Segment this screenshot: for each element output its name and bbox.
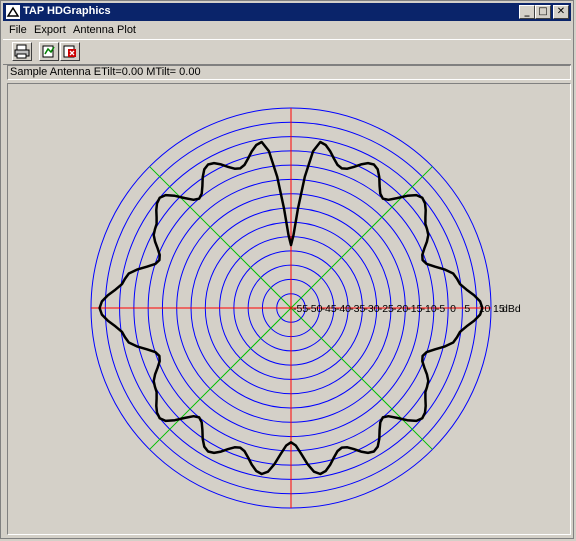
radial-tick-label: 0 <box>450 303 456 315</box>
close-document-button[interactable] <box>60 42 80 61</box>
app-window: TAP HDGraphics _ □ ✕ File Export Antenna… <box>0 0 574 539</box>
radial-tick-label: -35 <box>350 303 365 315</box>
menu-file[interactable]: File <box>9 24 27 36</box>
menu-bar: File Export Antenna Plot <box>3 22 571 38</box>
radial-tick-label: 10 <box>479 303 491 315</box>
radial-tick-label: -25 <box>379 303 394 315</box>
polar-plot-area: -55 -50 -45 -40 -35 -30 -25 -20 -15 -10 -5 0 5 10 15 dB… <box>7 83 571 535</box>
radial-tick-label: -55 <box>293 303 308 315</box>
radial-unit-label: dBd <box>502 303 521 315</box>
radial-tick-label: -50 <box>307 303 322 315</box>
radial-tick-label: -30 <box>364 303 379 315</box>
print-button[interactable] <box>12 42 32 61</box>
export-button[interactable] <box>39 42 59 61</box>
radial-tick-label: -10 <box>422 303 437 315</box>
radial-tick-label: 5 <box>464 303 470 315</box>
title-bar[interactable]: TAP HDGraphics _ □ ✕ <box>3 3 571 21</box>
polar-plot: -55 -50 -45 -40 -35 -30 -25 -20 -15 -10 -5 0 5 10 15dB… <box>90 107 521 509</box>
radial-tick-label: -45 <box>322 303 337 315</box>
close-button[interactable]: ✕ <box>553 5 569 19</box>
app-icon <box>6 5 20 19</box>
antenna-info-text: Sample Antenna ETilt=0.00 MTilt= 0.00 <box>10 66 201 78</box>
close-document-icon <box>63 45 76 58</box>
radial-tick-label: -40 <box>336 303 351 315</box>
printer-icon <box>14 44 30 59</box>
minimize-button[interactable]: _ <box>519 5 535 19</box>
toolbar <box>3 39 571 65</box>
menu-antenna-plot[interactable]: Antenna Plot <box>73 24 136 36</box>
menu-export[interactable]: Export <box>34 24 66 36</box>
radial-tick-label: -5 <box>436 303 445 315</box>
export-icon <box>42 45 55 58</box>
window-title: TAP HDGraphics <box>23 5 111 17</box>
antenna-info-bar: Sample Antenna ETilt=0.00 MTilt= 0.00 <box>7 65 571 80</box>
maximize-button[interactable]: □ <box>535 5 551 19</box>
radial-tick-label: -15 <box>407 303 422 315</box>
radial-tick-label: -20 <box>393 303 408 315</box>
